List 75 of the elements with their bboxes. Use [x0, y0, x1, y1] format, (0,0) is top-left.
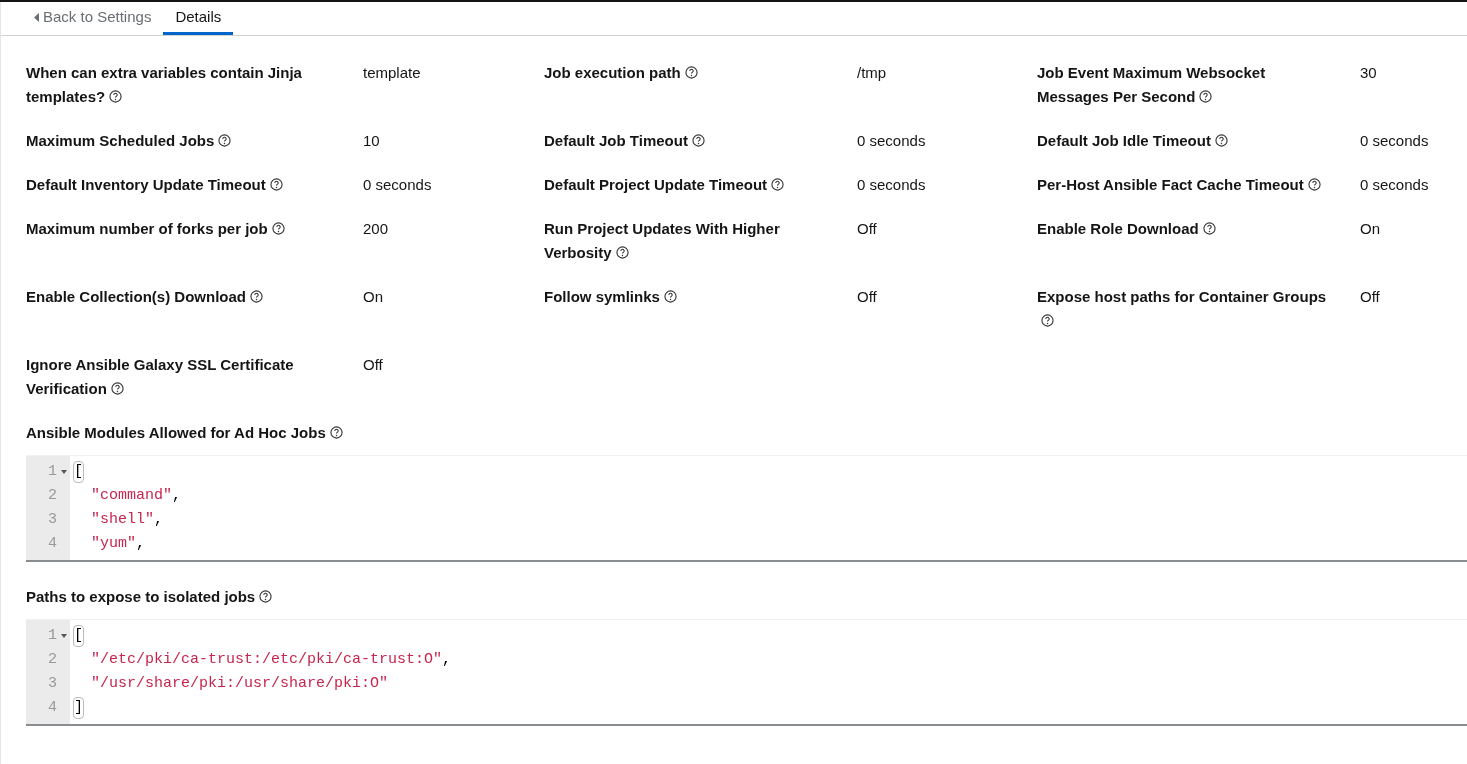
setting-value: Off [1360, 288, 1380, 305]
line-number: 4 [48, 533, 57, 554]
line-number: 3 [48, 673, 57, 694]
help-icon[interactable] [1307, 178, 1321, 191]
setting-label: Maximum Scheduled Jobs [26, 132, 232, 149]
setting-label: Default Inventory Update Timeout [26, 176, 283, 193]
setting-value: 200 [363, 220, 389, 237]
help-icon[interactable] [218, 134, 232, 147]
help-icon[interactable] [250, 290, 263, 303]
setting-value: template [363, 64, 421, 81]
code-line: "/usr/share/pki:/usr/share/pki:O" [90, 673, 389, 694]
help-icon[interactable] [1199, 90, 1213, 103]
code-line: "/etc/pki/ca-trust:/etc/pki/ca-trust:O", [90, 649, 452, 670]
setting-value: 0 seconds [363, 176, 432, 193]
help-icon[interactable] [109, 90, 123, 103]
code-line: "command", [90, 485, 182, 506]
setting-label: Ignore Ansible Galaxy SSL Certificate Verification [26, 356, 294, 397]
help-icon[interactable] [329, 425, 343, 439]
setting-label: Default Job Idle Timeout [1037, 132, 1228, 149]
setting-label: Expose host paths for Container Groups [1037, 288, 1327, 329]
code-bracket: [ [73, 625, 84, 647]
help-icon[interactable] [691, 134, 705, 147]
setting-label: Per-Host Ansible Fact Cache Timeout [1037, 176, 1321, 193]
setting-label: Job Event Maximum Websocket Messages Per Second [1037, 64, 1266, 105]
line-number: 1 [48, 461, 57, 482]
fold-caret-icon[interactable] [61, 470, 67, 474]
help-icon[interactable] [271, 222, 285, 235]
code-bracket: [ [73, 461, 84, 483]
setting-value: Off [857, 288, 877, 305]
help-icon[interactable] [663, 290, 677, 303]
help-icon[interactable] [615, 246, 629, 259]
setting-value: Off [363, 356, 383, 373]
setting-value: 30 [1360, 64, 1377, 81]
line-number: 1 [48, 625, 57, 646]
code-editor[interactable]: 1 2 3 4 [ "command", "shell", "yum", [26, 455, 1467, 562]
setting-label: Enable Collection(s) Download [26, 288, 263, 305]
back-link[interactable]: Back to Settings [22, 2, 164, 35]
line-number: 4 [48, 697, 57, 718]
setting-value: 0 seconds [857, 176, 926, 193]
setting-value: 10 [363, 132, 380, 149]
setting-value: Off [857, 220, 877, 237]
setting-label: Default Job Timeout [544, 132, 705, 149]
help-icon[interactable] [269, 178, 283, 191]
line-number: 3 [48, 509, 57, 530]
help-icon[interactable] [771, 178, 785, 191]
help-icon[interactable] [259, 589, 273, 603]
help-icon[interactable] [684, 66, 698, 79]
caret-left-icon [34, 12, 39, 22]
setting-value: 0 seconds [1360, 132, 1429, 149]
field-label: Ansible Modules Allowed for Ad Hoc Jobs [26, 421, 343, 445]
setting-label: Job execution path [544, 64, 698, 81]
setting-label: Maximum number of forks per job [26, 220, 285, 237]
setting-label: Enable Role Download [1037, 220, 1216, 237]
code-editor[interactable]: 1 2 3 4 [ "/etc/pki/ca-trust:/etc/pki/ca-trust:O", "/usr/share/pki:/usr/share/pki:O" ] [26, 619, 1467, 726]
help-icon[interactable] [1041, 314, 1054, 327]
setting-label: Run Project Updates With Higher Verbosity [544, 220, 780, 261]
setting-value: On [363, 288, 383, 305]
field-label: Paths to expose to isolated jobs [26, 585, 273, 609]
setting-label: When can extra variables contain Jinja templates? [26, 64, 302, 105]
help-icon[interactable] [1214, 134, 1228, 147]
help-icon[interactable] [1202, 222, 1216, 235]
setting-value: 0 seconds [1360, 176, 1429, 193]
code-line: "shell", [90, 509, 164, 530]
fold-caret-icon[interactable] [61, 634, 67, 638]
setting-value: 0 seconds [857, 132, 926, 149]
code-line: "yum", [90, 533, 146, 554]
tab[interactable]: Details [163, 2, 234, 35]
code-bracket: ] [73, 697, 84, 719]
help-icon[interactable] [110, 382, 124, 395]
setting-label: Follow symlinks [544, 288, 677, 305]
setting-value: /tmp [857, 64, 887, 81]
setting-value: On [1360, 220, 1380, 237]
line-number: 2 [48, 649, 57, 670]
line-number: 2 [48, 485, 57, 506]
setting-label: Default Project Update Timeout [544, 176, 785, 193]
